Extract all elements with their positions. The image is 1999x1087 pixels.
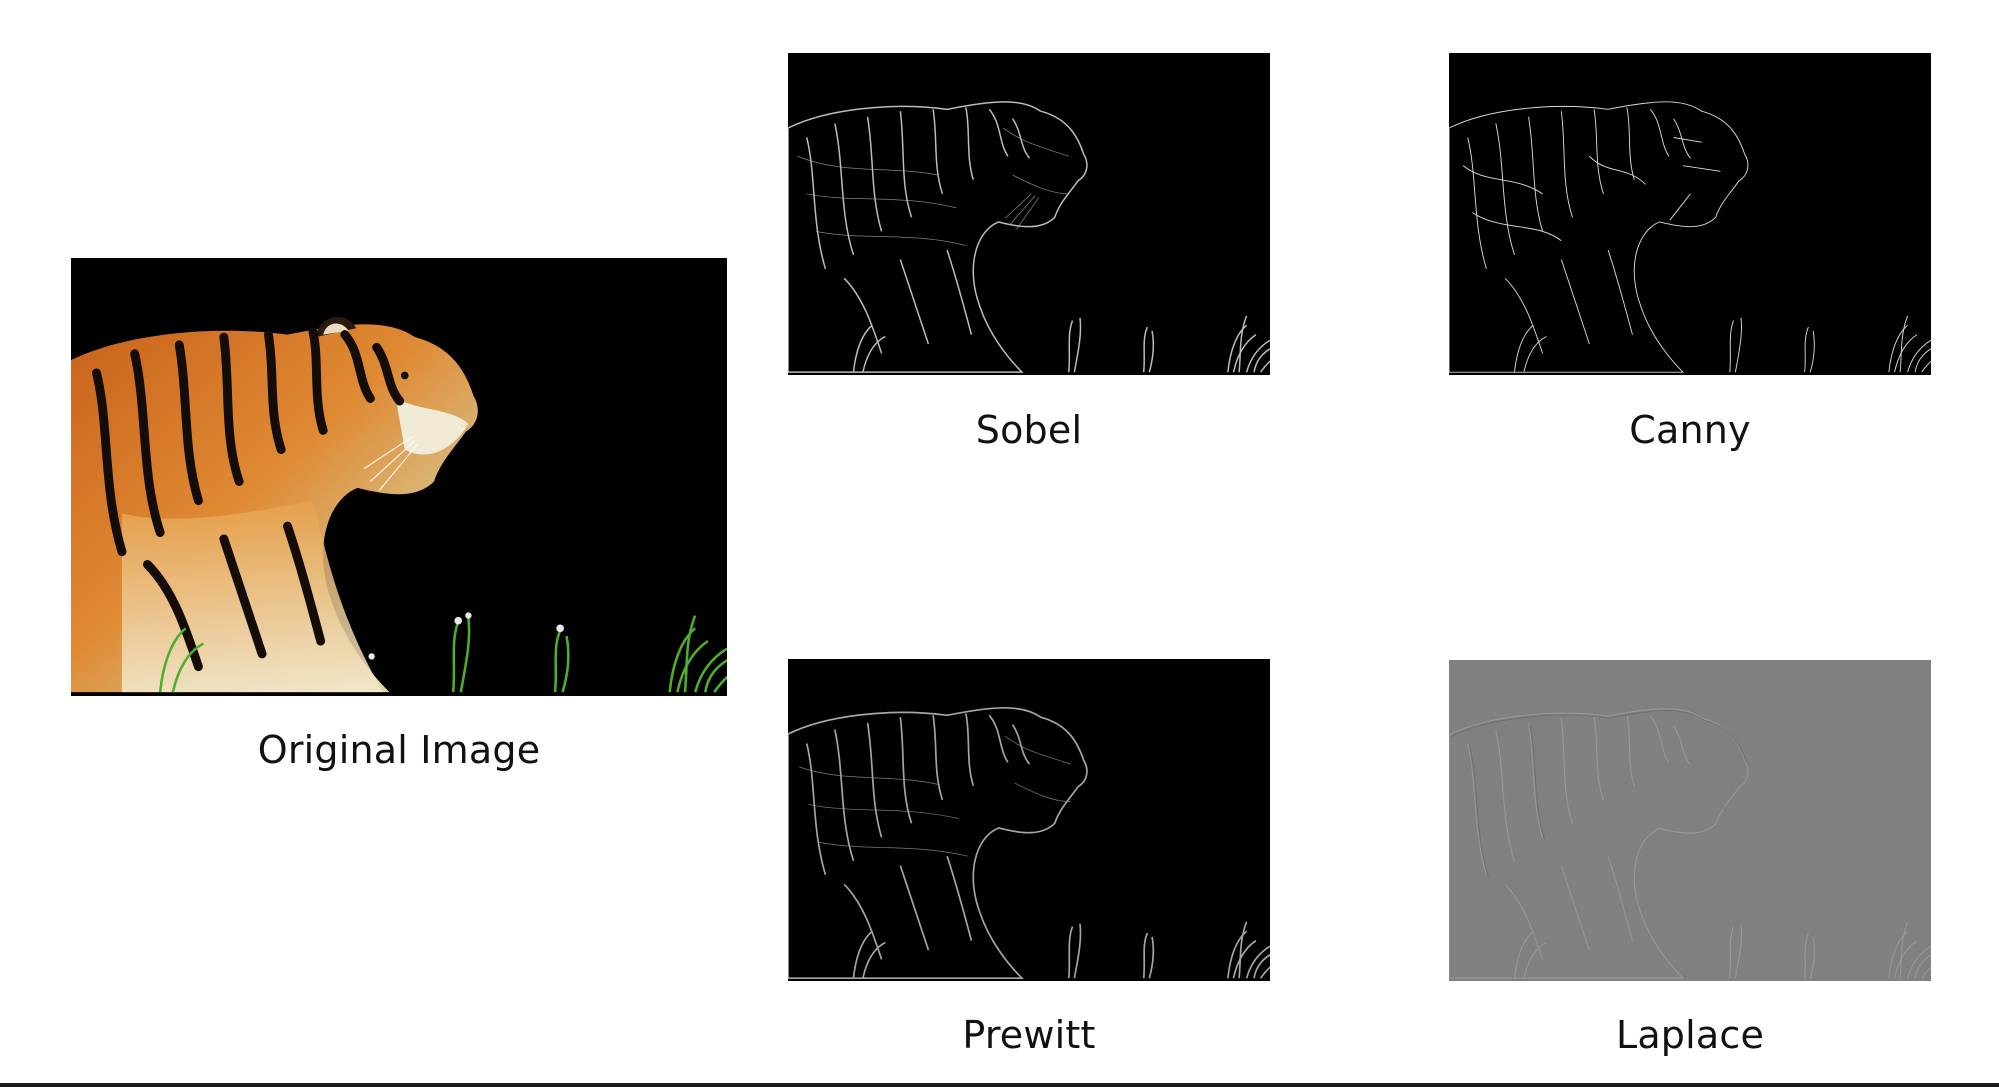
canny-caption: Canny	[1629, 408, 1751, 452]
sobel-image	[788, 53, 1270, 375]
original-image	[71, 258, 727, 696]
prewitt-image	[788, 659, 1270, 981]
bottom-divider	[0, 1083, 1999, 1087]
laplace-caption: Laplace	[1615, 1013, 1765, 1057]
original-image-caption: Original Image	[257, 728, 541, 772]
prewitt-caption: Prewitt	[962, 1013, 1096, 1057]
laplace-image	[1449, 660, 1931, 981]
sobel-caption: Sobel	[975, 408, 1083, 452]
canny-image	[1449, 53, 1931, 375]
